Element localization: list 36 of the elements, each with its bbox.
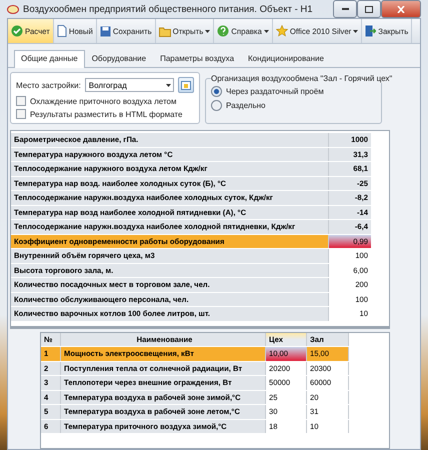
minimize-icon xyxy=(342,8,348,10)
caret-icon xyxy=(166,84,171,86)
star-icon xyxy=(276,25,288,37)
caret-icon xyxy=(205,30,210,32)
calendar-button[interactable] xyxy=(178,77,194,93)
location-dropdown[interactable]: Волгоград xyxy=(84,78,174,92)
window-title: Воздухообмен предприятий общественного питания. Объект - Н1 xyxy=(23,4,314,14)
group-title: Организация воздухообмена "Зал - Горячий цех" xyxy=(211,74,392,83)
maximize-button[interactable] xyxy=(357,0,381,18)
checkbox[interactable] xyxy=(16,109,26,119)
radio-label: Раздельно xyxy=(226,101,266,110)
caret-icon xyxy=(353,30,358,32)
document-icon xyxy=(56,25,67,37)
folder-icon xyxy=(158,26,171,36)
calendar-icon xyxy=(180,80,191,90)
app-icon xyxy=(7,4,19,14)
exit-door-icon xyxy=(365,25,376,37)
close-button[interactable] xyxy=(381,0,421,18)
tab[interactable]: Оборудование xyxy=(84,50,154,67)
help-icon xyxy=(217,25,230,37)
radio-button[interactable] xyxy=(211,86,222,97)
location-label: Место застройки: xyxy=(16,80,81,90)
radio-label: Через раздаточный проём xyxy=(226,87,324,96)
maximize-icon xyxy=(365,6,373,12)
minimize-button[interactable] xyxy=(333,0,357,18)
checkbox-label: Результаты разместить в HTML формате xyxy=(30,110,182,118)
tab[interactable]: Параметры воздуха xyxy=(153,50,242,67)
check-icon xyxy=(11,25,23,37)
tab[interactable]: Общие данные xyxy=(14,50,85,68)
save-icon xyxy=(100,26,111,36)
checkbox-label: Охлаждение приточного воздуха летом xyxy=(30,96,176,106)
tab[interactable]: Кондиционирование xyxy=(241,50,331,67)
caret-icon xyxy=(264,30,269,32)
close-icon xyxy=(397,6,405,12)
radio-button[interactable] xyxy=(211,100,222,111)
checkbox[interactable] xyxy=(16,96,26,106)
